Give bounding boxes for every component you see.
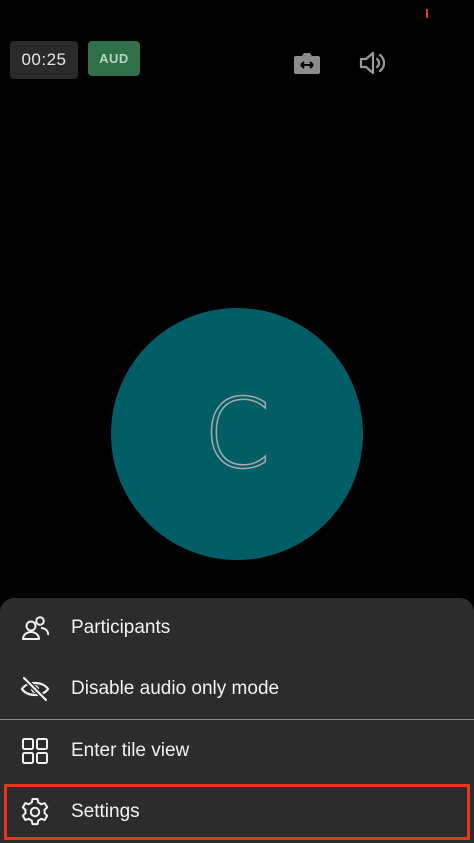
menu-item-settings[interactable]: Settings: [0, 782, 474, 842]
speaker-button[interactable]: [356, 46, 390, 80]
flip-camera-icon: [294, 53, 320, 74]
call-screen: 00:25 AUD C Participants Disable audio o…: [0, 0, 474, 843]
overflow-menu-sheet: Participants Disable audio only mode Ent…: [0, 598, 474, 843]
flip-camera-button[interactable]: [290, 46, 324, 80]
participant-avatar: C: [111, 308, 363, 560]
gear-icon: [20, 797, 50, 827]
menu-item-participants[interactable]: Participants: [0, 598, 474, 658]
eye-off-icon: [20, 674, 50, 704]
avatar-initial: C: [203, 378, 272, 490]
menu-item-tile-view[interactable]: Enter tile view: [0, 721, 474, 781]
menu-item-label: Enter tile view: [71, 740, 190, 761]
status-indicator: [426, 9, 428, 18]
menu-item-disable-audio-only[interactable]: Disable audio only mode: [0, 659, 474, 719]
menu-item-label: Participants: [71, 617, 171, 638]
tile-view-icon: [20, 736, 50, 766]
participants-icon: [20, 613, 50, 643]
menu-item-label: Settings: [71, 801, 140, 822]
call-timer: 00:25: [10, 41, 78, 79]
speaker-icon: [359, 51, 386, 75]
menu-item-label: Disable audio only mode: [71, 678, 280, 699]
menu-divider: [0, 719, 474, 720]
audio-only-badge: AUD: [88, 41, 140, 76]
